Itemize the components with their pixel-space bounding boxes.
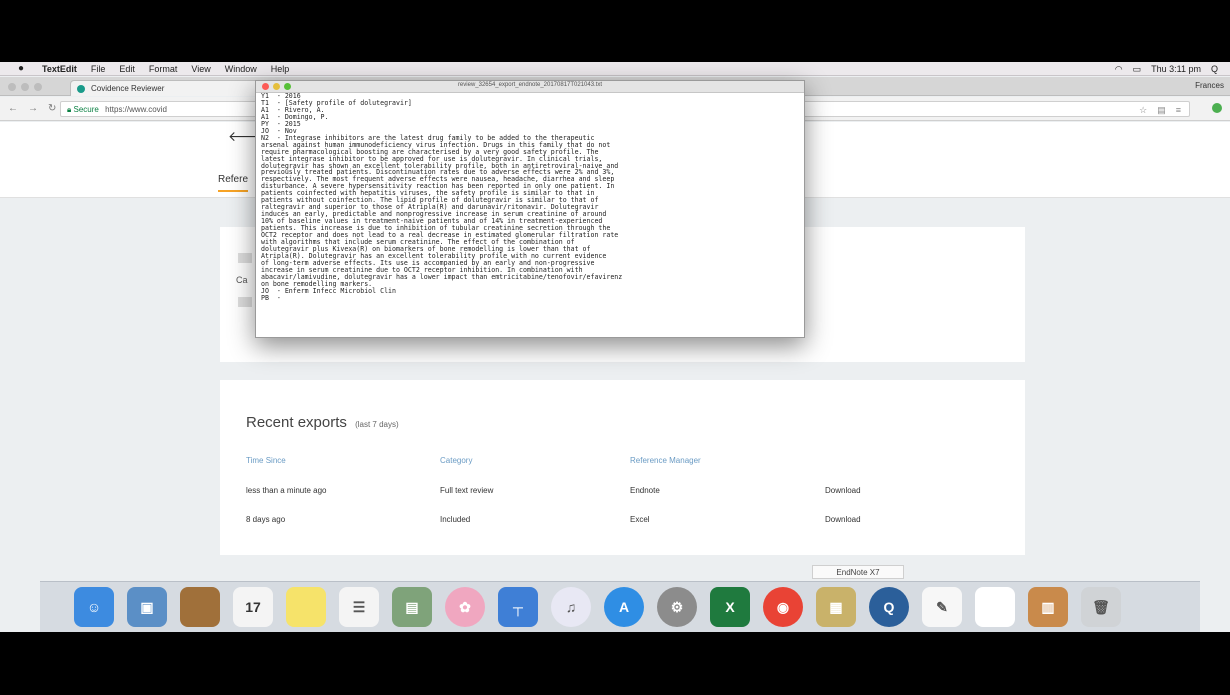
- browser-tab-title: Covidence Reviewer: [91, 84, 165, 93]
- menu-edit[interactable]: Edit: [119, 64, 135, 74]
- url-text: https://www.covid: [105, 105, 167, 114]
- profile-name[interactable]: Frances: [1195, 81, 1224, 90]
- textedit-filename: review_32654_export_endnote_20170817T021…: [457, 82, 603, 88]
- textedit-line: T1 - [Safety profile of dolutegravir]: [261, 98, 412, 107]
- system-preferences-icon[interactable]: ⚙: [657, 587, 697, 627]
- menu-help[interactable]: Help: [271, 64, 290, 74]
- menu-app-name[interactable]: TextEdit: [42, 64, 77, 74]
- export-row-2-manager: Excel: [630, 515, 650, 524]
- export-row-1-download-link[interactable]: Download: [825, 486, 861, 495]
- calendar-date: 17: [245, 599, 261, 615]
- textedit-line: PY - 2015: [261, 119, 301, 128]
- menu-window[interactable]: Window: [225, 64, 257, 74]
- omnibox-icons: ☆ ▤ ≡: [1139, 105, 1181, 116]
- export-row-2-download-link[interactable]: Download: [825, 515, 861, 524]
- category-label: Ca: [236, 275, 248, 285]
- extension-icon[interactable]: ▤: [1157, 105, 1166, 116]
- preview-icon[interactable]: ▣: [127, 587, 167, 627]
- clock[interactable]: Thu 3:11 pm: [1151, 64, 1201, 74]
- textedit-document-body[interactable]: Y1 - 2016 T1 - [Safety profile of doluteg…: [261, 93, 801, 335]
- quicktime-icon[interactable]: Q: [869, 587, 909, 627]
- column-header-reference-manager: Reference Manager: [630, 456, 701, 465]
- menu-file[interactable]: File: [91, 64, 106, 74]
- card-placeholder: [238, 253, 252, 263]
- column-header-time-since: Time Since: [246, 456, 286, 465]
- stickies-icon[interactable]: [286, 587, 326, 627]
- spotlight-icon[interactable]: Q: [1211, 64, 1218, 74]
- screen: ● TextEdit File Edit Format View Window …: [0, 0, 1230, 695]
- textedit-icon[interactable]: ✎: [922, 587, 962, 627]
- secure-label: Secure: [73, 105, 99, 114]
- chrome-icon[interactable]: ◉: [763, 587, 803, 627]
- forward-icon[interactable]: →: [28, 103, 38, 114]
- export-row-1-category: Full text review: [440, 486, 494, 495]
- calendar-icon[interactable]: 17: [233, 587, 273, 627]
- reload-icon[interactable]: ↻: [48, 103, 56, 114]
- battery-icon[interactable]: ▭: [1133, 64, 1142, 75]
- trash-icon[interactable]: 🗑︎: [1081, 587, 1121, 627]
- document-icon[interactable]: [975, 587, 1015, 627]
- zoom-window-icon[interactable]: [34, 83, 42, 91]
- menu-status-area: ◠ ▭ Thu 3:11 pm Q: [1115, 62, 1218, 76]
- dock: ☺ ▣ 17 ☰ ▤ ✿ ┬ ♫ A ⚙ X ◉ ▦ Q ✎ ▥ 🗑︎: [40, 581, 1200, 632]
- books-icon[interactable]: ▥: [1028, 587, 1068, 627]
- back-icon[interactable]: ←: [8, 103, 18, 114]
- textedit-line: PB -: [261, 293, 285, 302]
- browser-extension-icon[interactable]: [1212, 103, 1222, 113]
- photo-booth-icon[interactable]: ▤: [392, 587, 432, 627]
- recent-exports-heading: Recent exports: [246, 414, 347, 431]
- endnote-download-item[interactable]: EndNote X7: [812, 565, 904, 579]
- textedit-window: review_32654_export_endnote_20170817T021…: [255, 80, 805, 338]
- app-store-icon[interactable]: A: [604, 587, 644, 627]
- export-row-2-time: 8 days ago: [246, 515, 286, 524]
- covidence-favicon-icon: [77, 85, 85, 93]
- keynote-icon[interactable]: ┬: [498, 587, 538, 627]
- notes-book-icon[interactable]: [180, 587, 220, 627]
- textedit-titlebar[interactable]: review_32654_export_endnote_20170817T021…: [256, 81, 804, 93]
- menu-format[interactable]: Format: [149, 64, 178, 74]
- menu-icon[interactable]: ≡: [1176, 105, 1181, 116]
- wifi-icon[interactable]: ◠: [1115, 64, 1123, 75]
- itunes-icon[interactable]: ♫: [551, 587, 591, 627]
- references-tab[interactable]: Refere: [218, 174, 249, 192]
- export-row-1-time: less than a minute ago: [246, 486, 327, 495]
- nav-buttons: ← → ↻: [8, 103, 56, 114]
- reminders-icon[interactable]: ☰: [339, 587, 379, 627]
- browser-window-controls: [8, 83, 42, 91]
- photos-icon[interactable]: ✿: [445, 587, 485, 627]
- bookmark-star-icon[interactable]: ☆: [1139, 105, 1147, 116]
- column-header-category: Category: [440, 456, 473, 465]
- card-placeholder: [238, 297, 252, 307]
- textedit-line: A1 - Domingo, P.: [261, 112, 329, 121]
- browser-tab[interactable]: Covidence Reviewer: [70, 80, 260, 96]
- finder-icon[interactable]: ☺: [74, 587, 114, 627]
- textedit-line: JO - Enferm Infecc Microbiol Clin: [261, 286, 396, 295]
- secure-lock-icon: 🔒︎: [67, 105, 72, 114]
- recent-exports-title: Recent exports (last 7 days): [246, 414, 399, 431]
- menu-view[interactable]: View: [191, 64, 210, 74]
- recent-exports-card: Recent exports (last 7 days) Time Since …: [220, 380, 1025, 555]
- desktop: ● TextEdit File Edit Format View Window …: [0, 62, 1230, 632]
- menu-bar: ● TextEdit File Edit Format View Window …: [0, 62, 1230, 76]
- recent-exports-subtitle: (last 7 days): [355, 420, 399, 429]
- close-window-icon[interactable]: [8, 83, 16, 91]
- excel-icon[interactable]: X: [710, 587, 750, 627]
- apple-menu-icon[interactable]: ●: [14, 63, 28, 74]
- image-capture-icon[interactable]: ▦: [816, 587, 856, 627]
- export-row-2-category: Included: [440, 515, 471, 524]
- export-row-1-manager: Endnote: [630, 486, 660, 495]
- textedit-line: A1 - Rivero, A.: [261, 105, 325, 114]
- minimize-window-icon[interactable]: [21, 83, 29, 91]
